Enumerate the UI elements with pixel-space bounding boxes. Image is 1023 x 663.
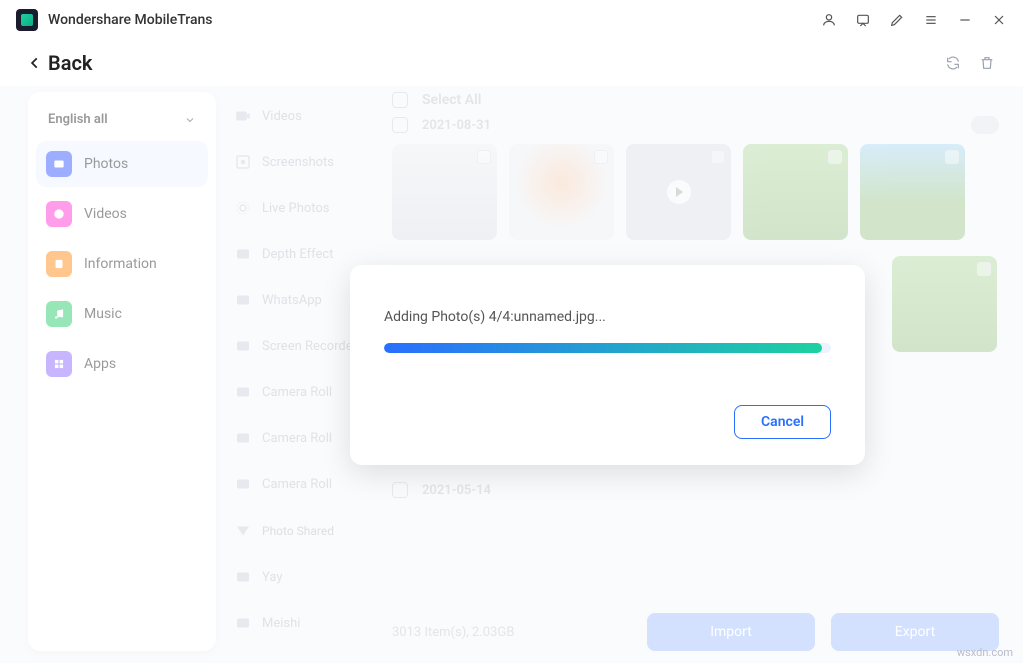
album-livephotos[interactable]: Live Photos — [234, 194, 386, 222]
album-meishi[interactable]: Meishi — [234, 609, 386, 637]
album-section-shared[interactable]: Photo Shared — [234, 516, 386, 545]
back-button[interactable]: Back — [28, 51, 92, 75]
apps-icon — [46, 351, 72, 377]
sidebar-item-photos[interactable]: Photos — [36, 141, 208, 187]
language-selector[interactable]: English all — [36, 102, 208, 137]
footer-row: 3013 Item(s), 2.03GB Import Export — [386, 605, 1005, 651]
edit-icon[interactable] — [889, 12, 905, 28]
photo-thumb[interactable] — [860, 144, 965, 240]
thumb-checkbox[interactable] — [828, 150, 842, 164]
photo-thumb[interactable] — [392, 144, 497, 240]
photos-icon — [46, 151, 72, 177]
watermark: wsxdn.com — [957, 646, 1013, 659]
select-all-checkbox[interactable] — [392, 92, 408, 108]
sidebar-item-information[interactable]: Information — [36, 241, 208, 287]
date-group-2: 2021-05-14 — [386, 474, 1005, 502]
album-cameraroll-3[interactable]: Camera Roll — [234, 470, 386, 498]
cancel-button[interactable]: Cancel — [734, 405, 831, 439]
refresh-icon[interactable] — [945, 55, 961, 71]
thumb-checkbox[interactable] — [945, 150, 959, 164]
thumb-checkbox[interactable] — [477, 150, 491, 164]
progress-text: Adding Photo(s) 4/4:unnamed.jpg... — [384, 309, 831, 325]
group-checkbox[interactable] — [392, 117, 408, 133]
menu-icon[interactable] — [923, 12, 939, 28]
app-logo — [16, 9, 38, 31]
sidebar-item-videos[interactable]: Videos — [36, 191, 208, 237]
footer-stats: 3013 Item(s), 2.03GB — [392, 625, 514, 640]
progress-track — [384, 343, 831, 353]
progress-fill — [384, 343, 822, 353]
thumb-checkbox[interactable] — [977, 262, 991, 276]
videos-icon — [46, 201, 72, 227]
sidebar-categories: English all Photos Videos Information Mu… — [28, 92, 216, 651]
app-title: Wondershare MobileTrans — [48, 12, 213, 28]
sidebar-item-label: Videos — [84, 206, 127, 222]
album-videos[interactable]: Videos — [234, 102, 386, 130]
group-checkbox[interactable] — [392, 482, 408, 498]
import-button[interactable]: Import — [647, 613, 815, 651]
language-label: English all — [48, 112, 108, 127]
count-badge — [971, 116, 999, 134]
photo-thumb[interactable] — [509, 144, 614, 240]
thumb-checkbox[interactable] — [594, 150, 608, 164]
group-date: 2021-05-14 — [422, 483, 491, 498]
play-icon — [667, 180, 691, 204]
sidebar-item-label: Information — [84, 256, 157, 272]
chevron-down-icon — [184, 114, 196, 126]
album-yay[interactable]: Yay — [234, 563, 386, 591]
music-icon — [46, 301, 72, 327]
thumb-grid-1 — [386, 138, 1005, 250]
sidebar-item-music[interactable]: Music — [36, 291, 208, 337]
feedback-icon[interactable] — [855, 12, 871, 28]
list-header: Select All — [386, 92, 1005, 108]
photo-thumb[interactable] — [743, 144, 848, 240]
back-label: Back — [48, 51, 92, 75]
thumb-checkbox[interactable] — [711, 150, 725, 164]
nav-row: Back — [0, 40, 1023, 86]
minimize-icon[interactable] — [957, 12, 973, 28]
album-screenshots[interactable]: Screenshots — [234, 148, 386, 176]
user-icon[interactable] — [821, 12, 837, 28]
sidebar-item-label: Photos — [84, 156, 128, 172]
group-date: 2021-08-31 — [422, 118, 491, 133]
album-deptheffect[interactable]: Depth Effect — [234, 240, 386, 268]
close-icon[interactable] — [991, 12, 1007, 28]
sidebar-item-label: Music — [84, 306, 122, 322]
photo-thumb[interactable] — [626, 144, 731, 240]
date-group-1: 2021-08-31 — [386, 108, 1005, 138]
trash-icon[interactable] — [979, 55, 995, 71]
progress-modal: Adding Photo(s) 4/4:unnamed.jpg... Cance… — [350, 265, 865, 465]
sidebar-item-label: Apps — [84, 356, 116, 372]
info-icon — [46, 251, 72, 277]
select-all-label: Select All — [422, 92, 481, 108]
photo-thumb[interactable] — [892, 256, 997, 352]
sidebar-item-apps[interactable]: Apps — [36, 341, 208, 387]
titlebar: Wondershare MobileTrans — [0, 0, 1023, 40]
